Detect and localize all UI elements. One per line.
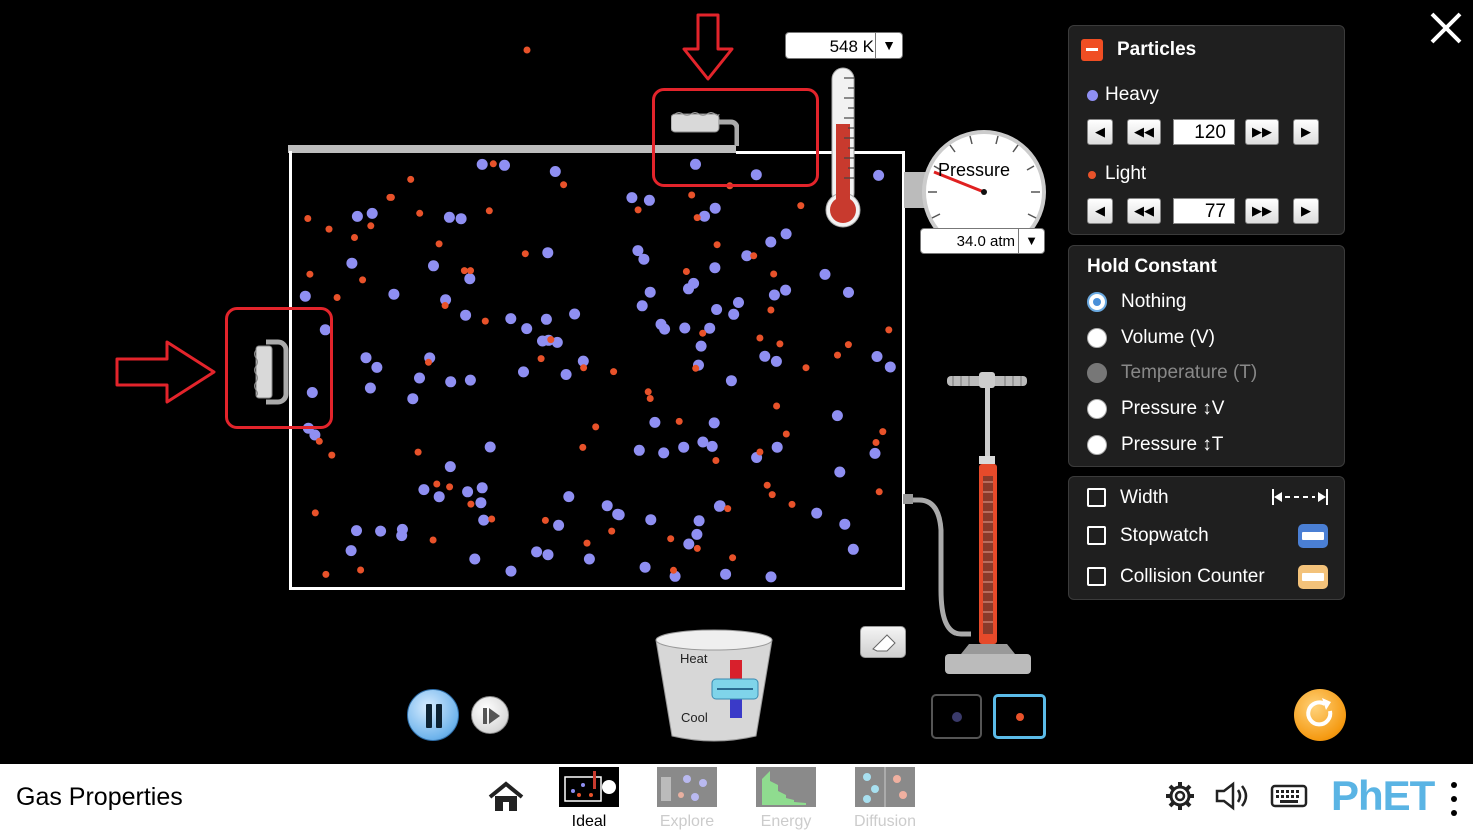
- pause-icon: [426, 704, 432, 728]
- temperature-value: 548 K: [829, 37, 874, 56]
- heavy-particle-icon: [1087, 90, 1098, 101]
- heavy-decrement-ten-button[interactable]: ◀◀: [1127, 119, 1161, 145]
- cool-label: Cool: [681, 710, 708, 725]
- escaped-light-particle: [523, 46, 531, 54]
- triangle-down-icon[interactable]: ▼: [875, 33, 902, 58]
- close-icon[interactable]: [1428, 10, 1464, 46]
- thermometer: [825, 67, 861, 228]
- tab-explore[interactable]: Explore: [656, 767, 718, 831]
- heavy-particle-button[interactable]: [931, 694, 982, 739]
- audio-speaker-icon[interactable]: [1214, 780, 1252, 812]
- temperature-readout[interactable]: 548 K ▼: [785, 32, 903, 59]
- pause-button[interactable]: [407, 689, 459, 741]
- pressure-value: 34.0 atm: [956, 233, 1015, 250]
- pressure-label: Pressure: [938, 160, 1011, 180]
- tab-energy[interactable]: Energy: [755, 767, 817, 831]
- collision-counter-icon: [1298, 565, 1328, 589]
- home-icon[interactable]: [488, 781, 524, 813]
- settings-gear-icon[interactable]: [1164, 780, 1196, 812]
- light-decrement-ten-button[interactable]: ◀◀: [1127, 198, 1161, 224]
- radio-volume[interactable]: Volume (V): [1087, 327, 1327, 351]
- tools-panel: Width Stopwatch Collision Counter: [1068, 476, 1345, 600]
- diffusion-screen-icon: [855, 767, 915, 807]
- tab-ideal-label: Ideal: [571, 813, 607, 830]
- hold-constant-panel: Hold Constant Nothing Volume (V) Tempera…: [1068, 245, 1345, 467]
- energy-screen-icon: [756, 767, 816, 807]
- width-arrows-icon: [1272, 489, 1328, 505]
- eraser-button[interactable]: [860, 626, 906, 658]
- phet-logo[interactable]: PhET: [1331, 774, 1435, 818]
- radio-pressure-v[interactable]: Pressure ↕V: [1087, 398, 1327, 422]
- light-count-field[interactable]: 77: [1173, 198, 1235, 224]
- heavy-increment-ten-button[interactable]: ▶▶: [1245, 119, 1279, 145]
- step-forward-icon: [483, 708, 500, 724]
- width-checkbox[interactable]: Width: [1087, 487, 1329, 511]
- tab-ideal[interactable]: Ideal: [558, 767, 620, 831]
- tab-diffusion-label: Diffusion: [854, 813, 916, 830]
- navigation-bar: Gas Properties Ideal Explore Energy Diff…: [0, 764, 1473, 832]
- step-button[interactable]: [471, 696, 509, 734]
- stopwatch-icon: [1298, 524, 1328, 548]
- eraser-icon: [872, 634, 896, 652]
- keyboard-icon[interactable]: [1270, 780, 1308, 812]
- arrow-down-icon: [682, 13, 734, 81]
- heavy-spinner: ◀ ◀◀ 120 ▶▶ ▶: [1087, 119, 1321, 146]
- tab-explore-label: Explore: [659, 813, 715, 830]
- tab-energy-label: Energy: [760, 813, 812, 830]
- heavy-label: Heavy: [1105, 84, 1159, 105]
- hold-constant-title: Hold Constant: [1087, 256, 1217, 277]
- reset-all-button[interactable]: [1294, 689, 1346, 741]
- heavy-particle-icon: [951, 711, 962, 722]
- stopwatch-checkbox[interactable]: Stopwatch: [1087, 524, 1329, 549]
- heavy-count-field[interactable]: 120: [1173, 119, 1235, 145]
- explore-screen-icon: [657, 767, 717, 807]
- triangle-down-icon[interactable]: ▼: [1018, 229, 1044, 253]
- more-options-icon[interactable]: [1451, 782, 1457, 816]
- pressure-readout[interactable]: 34.0 atm ▼: [920, 228, 1045, 254]
- bicycle-pump[interactable]: [903, 372, 1038, 677]
- light-spinner: ◀ ◀◀ 77 ▶▶ ▶: [1087, 198, 1321, 225]
- light-particle-icon: [1015, 712, 1024, 721]
- ideal-screen-icon: [559, 767, 619, 807]
- light-label: Light: [1105, 163, 1147, 184]
- light-decrement-one-button[interactable]: ◀: [1087, 198, 1113, 224]
- app-title: Gas Properties: [16, 783, 183, 811]
- radio-pressure-t[interactable]: Pressure ↕T: [1087, 434, 1327, 458]
- particles-panel: Particles Heavy ◀ ◀◀ 120 ▶▶ ▶ Light ◀ ◀◀…: [1068, 25, 1345, 235]
- heavy-increment-one-button[interactable]: ▶: [1293, 119, 1319, 145]
- tab-diffusion[interactable]: Diffusion: [854, 767, 916, 831]
- radio-nothing[interactable]: Nothing: [1087, 291, 1327, 315]
- collision-counter-checkbox[interactable]: Collision Counter: [1087, 565, 1329, 590]
- light-particle-button[interactable]: [993, 694, 1046, 739]
- particle-container: [289, 151, 905, 590]
- highlight-box-side-handle: [225, 307, 333, 429]
- highlight-box-lid: [652, 88, 819, 187]
- heat-label: Heat: [680, 651, 708, 666]
- collapse-minus-icon[interactable]: [1081, 39, 1103, 61]
- arrow-right-icon: [115, 340, 216, 404]
- particles-title: Particles: [1117, 39, 1197, 60]
- radio-temperature: Temperature (T): [1087, 362, 1327, 386]
- heat-cool-slider-thumb[interactable]: [711, 678, 759, 700]
- heavy-decrement-one-button[interactable]: ◀: [1087, 119, 1113, 145]
- light-particle-icon: [1088, 171, 1096, 179]
- simulation-area: 548 K ▼ Pressure 34.0 atm ▼ Heat Cool Pa…: [0, 0, 1473, 764]
- light-increment-one-button[interactable]: ▶: [1293, 198, 1319, 224]
- light-increment-ten-button[interactable]: ▶▶: [1245, 198, 1279, 224]
- reset-icon: [1306, 698, 1333, 727]
